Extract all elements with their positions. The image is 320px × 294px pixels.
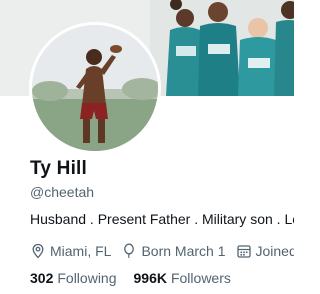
joined-item: Joined (236, 243, 295, 259)
following-count: 302 (30, 270, 54, 286)
profile-meta: Miami, FL Born March 1 Joined (30, 241, 294, 261)
location-pin-icon (32, 243, 44, 259)
followers-label: Followers (170, 270, 231, 286)
joined-text: Joined (255, 243, 295, 259)
following-link[interactable]: 302 Following (30, 270, 117, 286)
birthday-item: Born March 1 (121, 243, 226, 259)
profile-name: Ty Hill (30, 158, 87, 179)
profile-handle: @cheetah (30, 184, 95, 200)
followers-link[interactable]: 996K Followers (134, 270, 231, 286)
location-text: Miami, FL (50, 243, 112, 259)
follow-stats: 302 Following 996K Followers (30, 270, 248, 286)
location-item: Miami, FL (30, 243, 111, 259)
profile-bio: Husband . Present Father . Military son … (30, 211, 294, 227)
following-label: Following (57, 270, 117, 286)
balloon-icon (124, 243, 135, 259)
avatar-photo (32, 25, 158, 151)
profile-avatar[interactable] (29, 22, 161, 154)
calendar-icon (236, 245, 251, 258)
followers-count: 996K (133, 270, 167, 286)
birthday-text: Born March 1 (141, 243, 226, 259)
